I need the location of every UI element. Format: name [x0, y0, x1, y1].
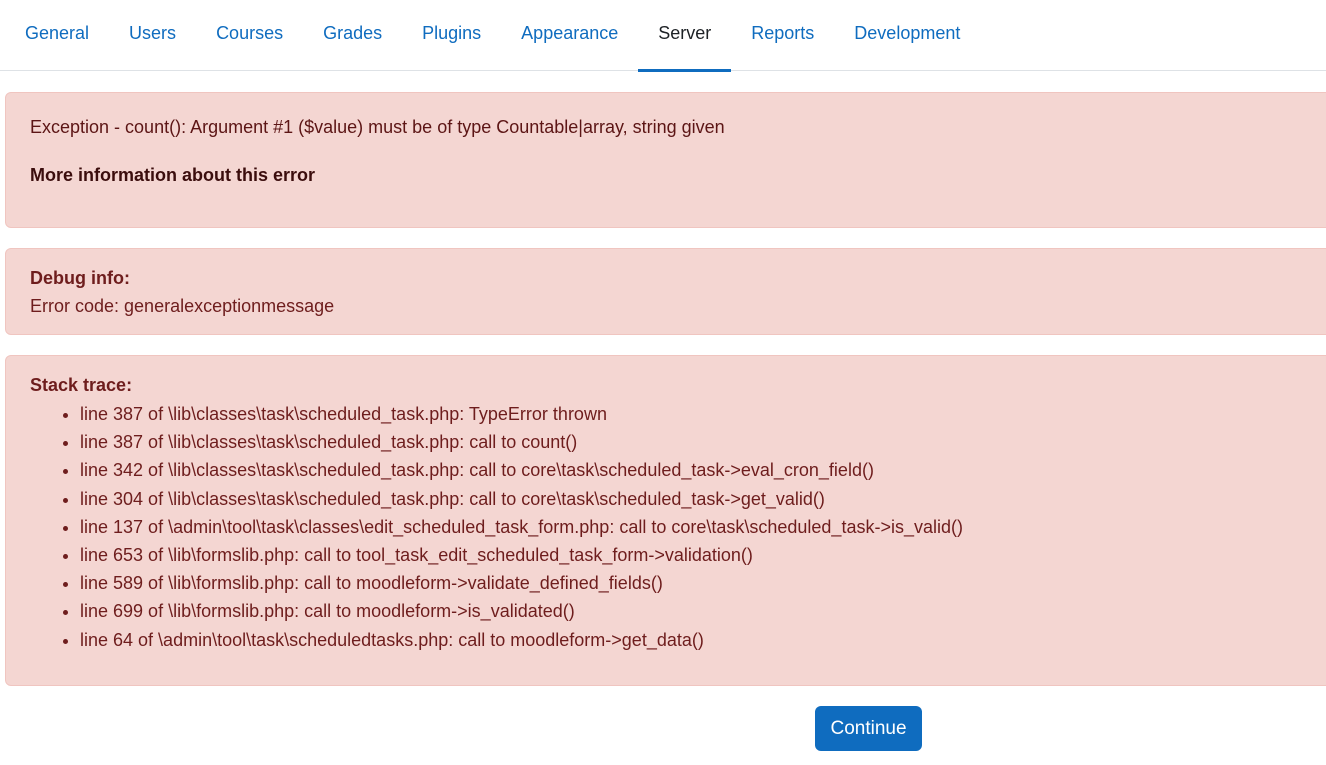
stack-trace-alert: Stack trace: line 387 of \lib\classes\ta… [5, 355, 1326, 686]
exception-message: Exception - count(): Argument #1 ($value… [30, 117, 725, 137]
more-info-link[interactable]: More information about this error [30, 163, 1315, 187]
stack-trace-line: line 699 of \lib\formslib.php: call to m… [80, 597, 1315, 625]
continue-button[interactable]: Continue [815, 706, 922, 751]
tab-courses[interactable]: Courses [196, 0, 303, 71]
tab-users[interactable]: Users [109, 0, 196, 71]
tab-grades[interactable]: Grades [303, 0, 402, 71]
stack-trace-list: line 387 of \lib\classes\task\scheduled_… [30, 400, 1315, 654]
stack-trace-line: line 387 of \lib\classes\task\scheduled_… [80, 400, 1315, 428]
tab-reports[interactable]: Reports [731, 0, 834, 71]
stack-trace-line: line 653 of \lib\formslib.php: call to t… [80, 541, 1315, 569]
stack-trace-line: line 304 of \lib\classes\task\scheduled_… [80, 485, 1315, 513]
stack-trace-line: line 137 of \admin\tool\task\classes\edi… [80, 513, 1315, 541]
debug-info-alert: Debug info: Error code: generalexception… [5, 248, 1326, 335]
stack-trace-line: line 387 of \lib\classes\task\scheduled_… [80, 428, 1315, 456]
stack-trace-line: line 342 of \lib\classes\task\scheduled_… [80, 456, 1315, 484]
tab-general[interactable]: General [5, 0, 109, 71]
stack-trace-line: line 64 of \admin\tool\task\scheduledtas… [80, 626, 1315, 654]
debug-info-heading: Debug info: [30, 268, 130, 288]
tab-server[interactable]: Server [638, 0, 732, 72]
stack-trace-line: line 589 of \lib\formslib.php: call to m… [80, 569, 1315, 597]
tab-development[interactable]: Development [834, 0, 980, 71]
admin-tabs-nav: General Users Courses Grades Plugins App… [0, 0, 1326, 72]
tab-appearance[interactable]: Appearance [501, 0, 638, 71]
nav-tab-list: General Users Courses Grades Plugins App… [5, 0, 980, 72]
tab-plugins[interactable]: Plugins [402, 0, 501, 71]
exception-alert: Exception - count(): Argument #1 ($value… [5, 92, 1326, 228]
stack-trace-heading: Stack trace: [30, 375, 133, 395]
error-code: Error code: generalexceptionmessage [30, 296, 335, 316]
